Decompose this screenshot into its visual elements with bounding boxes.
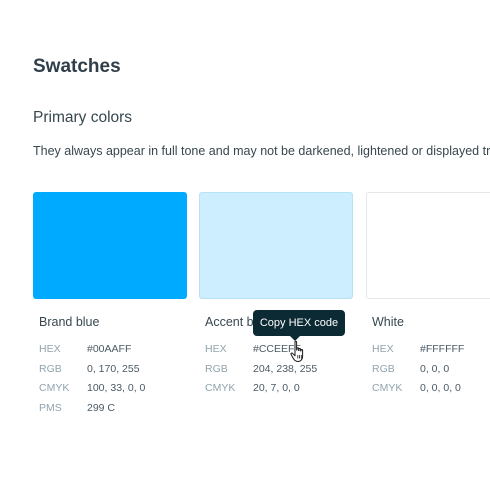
spec-label: CMYK	[39, 382, 70, 394]
page-title: Swatches	[33, 56, 121, 77]
pms-value[interactable]: 299 C	[87, 402, 115, 414]
swatch-accent[interactable]	[199, 192, 353, 299]
spec-label: HEX	[39, 343, 61, 355]
spec-label: CMYK	[372, 382, 403, 394]
cmyk-value[interactable]: 0, 0, 0, 0	[420, 382, 461, 394]
hex-value[interactable]: #00AAFF	[87, 343, 131, 355]
section-description: They always appear in full tone and may …	[33, 144, 490, 158]
color-name: Accent b	[205, 315, 254, 329]
rgb-value[interactable]: 0, 0, 0	[420, 363, 449, 375]
section-title: Primary colors	[33, 109, 133, 126]
copy-hex-tooltip: Copy HEX code	[253, 310, 345, 336]
spec-label: PMS	[39, 402, 62, 414]
spec-label: HEX	[205, 343, 227, 355]
spec-label: RGB	[205, 363, 228, 375]
spec-label: CMYK	[205, 382, 236, 394]
swatch-white[interactable]	[366, 192, 490, 299]
swatch-brand-blue[interactable]	[33, 192, 187, 299]
cmyk-value[interactable]: 20, 7, 0, 0	[253, 382, 300, 394]
rgb-value[interactable]: 0, 170, 255	[87, 363, 140, 375]
color-name: White	[372, 315, 404, 329]
rgb-value[interactable]: 204, 238, 255	[253, 363, 317, 375]
hex-value[interactable]: #FFFFFF	[420, 343, 464, 355]
color-name: Brand blue	[39, 315, 100, 329]
cmyk-value[interactable]: 100, 33, 0, 0	[87, 382, 145, 394]
hand-pointer-icon	[290, 340, 304, 362]
spec-label: RGB	[39, 363, 62, 375]
spec-label: RGB	[372, 363, 395, 375]
spec-label: HEX	[372, 343, 394, 355]
